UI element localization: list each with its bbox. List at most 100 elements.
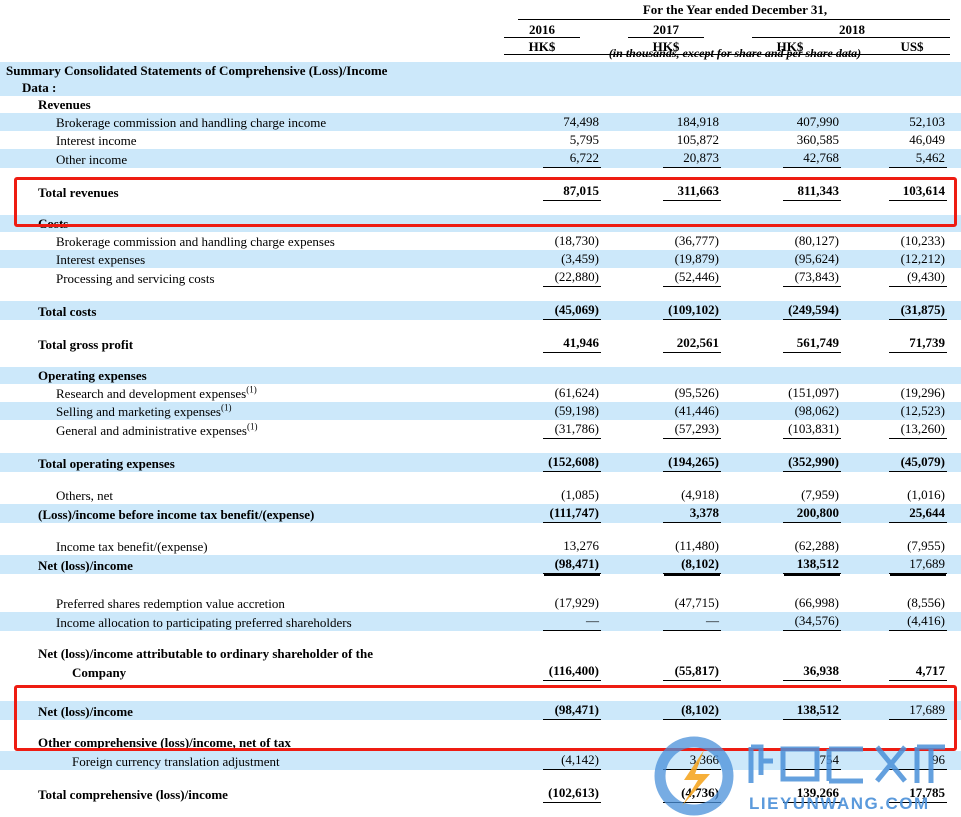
cell-net-income-repeat-2018-usd: 17,689 bbox=[841, 701, 961, 720]
row-label-selling-marketing-text: Selling and marketing expenses bbox=[56, 404, 221, 419]
table-row: Selling and marketing expenses(1) (59,19… bbox=[0, 402, 961, 420]
row-label-net-attributable-line1: Net (loss)/income attributable to ordina… bbox=[0, 645, 481, 662]
financial-data-table: Summary Consolidated Statements of Compr… bbox=[0, 62, 961, 803]
spacer-cell bbox=[841, 62, 961, 79]
spacer-row bbox=[0, 287, 961, 301]
row-label-total-costs: Total costs bbox=[0, 301, 481, 320]
cell-total-operating-expenses-2018-hkd: (352,990) bbox=[721, 453, 841, 472]
cell-others-net-2018-usd: (1,016) bbox=[841, 486, 961, 504]
cell-total-costs-2018-hkd: (249,594) bbox=[721, 301, 841, 320]
spacer-cell bbox=[481, 645, 601, 662]
cell-net-attributable-2017-hkd: (55,817) bbox=[601, 662, 721, 681]
cell-total-operating-expenses-2017-hkd: (194,265) bbox=[601, 453, 721, 472]
row-label-interest-expenses: Interest expenses bbox=[0, 250, 481, 268]
spacer-cell bbox=[481, 367, 601, 384]
cell-research-development-2016-hkd: (61,624) bbox=[481, 384, 601, 402]
spacer-cell bbox=[721, 734, 841, 751]
cell-total-costs-2018-usd: (31,875) bbox=[841, 301, 961, 320]
spacer-row bbox=[0, 168, 961, 182]
row-label-selling-marketing: Selling and marketing expenses(1) bbox=[0, 402, 481, 420]
cell-others-net-2017-hkd: (4,918) bbox=[601, 486, 721, 504]
table-row: Company (116,400) (55,817) 36,938 4,717 bbox=[0, 662, 961, 681]
row-label-income-allocation: Income allocation to participating prefe… bbox=[0, 612, 481, 631]
cell-research-development-2018-hkd: (151,097) bbox=[721, 384, 841, 402]
header-rule-2016 bbox=[504, 37, 580, 38]
spacer-cell bbox=[601, 96, 721, 113]
spacer-row bbox=[0, 439, 961, 453]
header-units-note: (in thousands, except for share and per … bbox=[520, 46, 950, 61]
table-row: Total revenues 87,015 311,663 811,343 10… bbox=[0, 182, 961, 201]
cell-net-income-2017-hkd: (8,102) bbox=[601, 555, 721, 574]
table-row: Total costs (45,069) (109,102) (249,594)… bbox=[0, 301, 961, 320]
cell-total-comprehensive-2016-hkd: (102,613) bbox=[481, 784, 601, 803]
row-label-interest-income: Interest income bbox=[0, 131, 481, 149]
spacer-cell bbox=[601, 645, 721, 662]
cell-general-administrative-2016-hkd: (31,786) bbox=[481, 420, 601, 439]
cell-income-tax-2018-usd: (7,955) bbox=[841, 537, 961, 555]
cell-total-gross-profit-2018-hkd: 561,749 bbox=[721, 334, 841, 353]
table-row: Other comprehensive (loss)/income, net o… bbox=[0, 734, 961, 751]
cell-income-tax-2016-hkd: 13,276 bbox=[481, 537, 601, 555]
cell-interest-expenses-2018-usd: (12,212) bbox=[841, 250, 961, 268]
cell-total-operating-expenses-2016-hkd: (152,608) bbox=[481, 453, 601, 472]
cell-income-before-tax-2017-hkd: 3,378 bbox=[601, 504, 721, 523]
spacer-cell bbox=[481, 215, 601, 232]
row-label-net-income-repeat: Net (loss)/income bbox=[0, 701, 481, 720]
row-label-other-income: Other income bbox=[0, 149, 481, 168]
cell-income-allocation-2017-hkd: — bbox=[601, 612, 721, 631]
table-row: Data : bbox=[0, 79, 961, 96]
spacer-cell bbox=[841, 367, 961, 384]
cell-income-allocation-2018-hkd: (34,576) bbox=[721, 612, 841, 631]
footnote-marker: (1) bbox=[247, 422, 258, 432]
cell-brokerage-income-2018-usd: 52,103 bbox=[841, 113, 961, 131]
row-label-processing-costs: Processing and servicing costs bbox=[0, 268, 481, 287]
table-row: Revenues bbox=[0, 96, 961, 113]
cell-total-revenues-2017-hkd: 311,663 bbox=[601, 182, 721, 201]
table-column-header: For the Year ended December 31, 2016 201… bbox=[0, 0, 961, 62]
spacer-row bbox=[0, 631, 961, 645]
table-row: Costs bbox=[0, 215, 961, 232]
spacer-cell bbox=[601, 215, 721, 232]
row-label-foreign-currency: Foreign currency translation adjustment bbox=[0, 751, 481, 770]
spacer-row bbox=[0, 681, 961, 695]
cell-foreign-currency-2018-usd: 96 bbox=[841, 751, 961, 770]
header-rule-period bbox=[518, 19, 950, 20]
footnote-marker: (1) bbox=[221, 403, 232, 413]
cell-total-revenues-2018-usd: 103,614 bbox=[841, 182, 961, 201]
header-year-2018: 2018 bbox=[754, 22, 950, 38]
row-label-brokerage-expenses: Brokerage commission and handling charge… bbox=[0, 232, 481, 250]
table-row: Processing and servicing costs (22,880) … bbox=[0, 268, 961, 287]
cell-selling-marketing-2017-hkd: (41,446) bbox=[601, 402, 721, 420]
cell-other-income-2017-hkd: 20,873 bbox=[601, 149, 721, 168]
spacer-cell bbox=[721, 96, 841, 113]
table-row: Net (loss)/income (98,471) (8,102) 138,5… bbox=[0, 701, 961, 720]
header-year-2016: 2016 bbox=[506, 22, 578, 38]
spacer-cell bbox=[601, 62, 721, 79]
cell-general-administrative-2018-hkd: (103,831) bbox=[721, 420, 841, 439]
cell-processing-costs-2016-hkd: (22,880) bbox=[481, 268, 601, 287]
spacer-cell bbox=[481, 96, 601, 113]
cell-total-costs-2017-hkd: (109,102) bbox=[601, 301, 721, 320]
spacer-cell bbox=[601, 367, 721, 384]
row-label-brokerage-income: Brokerage commission and handling charge… bbox=[0, 113, 481, 131]
table-row: Net (loss)/income attributable to ordina… bbox=[0, 645, 961, 662]
statement-title-line1: Summary Consolidated Statements of Compr… bbox=[0, 62, 481, 79]
table-row: Total operating expenses (152,608) (194,… bbox=[0, 453, 961, 472]
table-row: Operating expenses bbox=[0, 367, 961, 384]
table-row: Income allocation to participating prefe… bbox=[0, 612, 961, 631]
spacer-cell bbox=[841, 645, 961, 662]
cell-total-costs-2016-hkd: (45,069) bbox=[481, 301, 601, 320]
row-label-income-before-tax: (Loss)/income before income tax benefit/… bbox=[0, 504, 481, 523]
table-row: Brokerage commission and handling charge… bbox=[0, 232, 961, 250]
row-label-general-administrative: General and administrative expenses(1) bbox=[0, 420, 481, 439]
cell-selling-marketing-2016-hkd: (59,198) bbox=[481, 402, 601, 420]
cell-general-administrative-2017-hkd: (57,293) bbox=[601, 420, 721, 439]
table-row: Preferred shares redemption value accret… bbox=[0, 594, 961, 612]
cell-other-income-2016-hkd: 6,722 bbox=[481, 149, 601, 168]
cell-brokerage-income-2016-hkd: 74,498 bbox=[481, 113, 601, 131]
table-row: Research and development expenses(1) (61… bbox=[0, 384, 961, 402]
cell-processing-costs-2018-usd: (9,430) bbox=[841, 268, 961, 287]
spacer-row bbox=[0, 353, 961, 367]
cell-total-comprehensive-2018-hkd: 139,266 bbox=[721, 784, 841, 803]
cell-net-attributable-2018-usd: 4,717 bbox=[841, 662, 961, 681]
